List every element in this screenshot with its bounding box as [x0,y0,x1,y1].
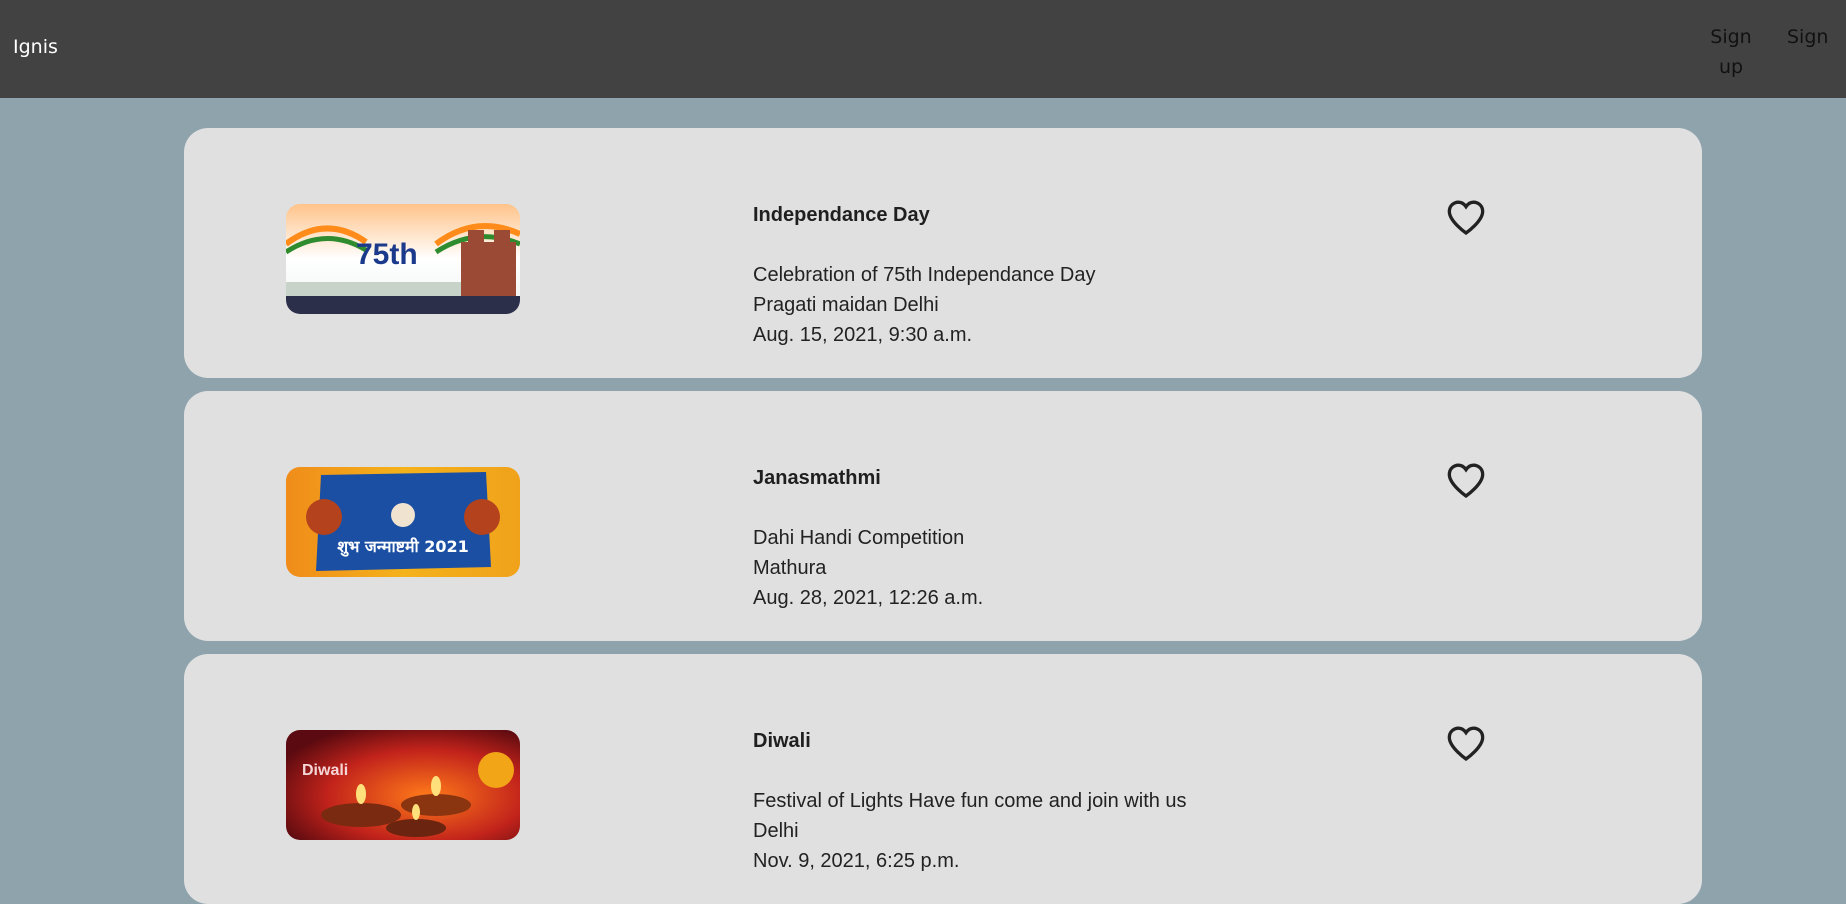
event-description: Celebration of 75th Independance Day [753,264,1096,286]
event-details: Independance Day Celebration of 75th Ind… [753,200,1095,350]
signin-label: Sign [1787,26,1829,48]
event-image: Diwali [286,730,520,840]
event-details: Janasmathmi Dahi Handi Competition Mathu… [753,463,983,613]
event-description: Dahi Handi Competition [753,527,965,549]
event-title: Independance Day [753,204,930,226]
event-image: 75th [286,204,520,314]
signup-link[interactable]: Sign up [1696,22,1766,82]
heart-icon[interactable] [1444,461,1488,501]
event-title: Janasmathmi [753,467,881,489]
image-caption: Diwali [302,762,348,779]
event-image: शुभ जन्माष्टमी 2021 [286,467,520,577]
event-location: Pragati maidan Delhi [753,294,939,316]
event-datetime: Aug. 28, 2021, 12:26 a.m. [753,587,984,609]
image-caption: 75th [356,238,418,271]
brand-logo[interactable]: Ignis [13,36,58,58]
event-details: Diwali Festival of Lights Have fun come … [753,726,1187,876]
event-description: Festival of Lights Have fun come and joi… [753,790,1187,812]
event-card: Diwali Diwali Festival of Lights Have fu… [184,654,1702,904]
image-caption: शुभ जन्माष्टमी 2021 [337,537,469,557]
event-card: 75th Independance Day Celebration of 75t… [184,128,1702,378]
event-title: Diwali [753,730,811,752]
event-datetime: Aug. 15, 2021, 9:30 a.m. [753,324,973,346]
heart-icon[interactable] [1444,198,1488,238]
navbar: Ignis Sign up Sign [0,0,1846,98]
event-card: शुभ जन्माष्टमी 2021 Janasmathmi Dahi Han… [184,391,1702,641]
signup-label: Sign up [1710,26,1752,78]
event-location: Delhi [753,820,799,842]
signin-link[interactable]: Sign [1787,22,1846,52]
event-location: Mathura [753,557,827,579]
event-datetime: Nov. 9, 2021, 6:25 p.m. [753,850,960,872]
heart-icon[interactable] [1444,724,1488,764]
